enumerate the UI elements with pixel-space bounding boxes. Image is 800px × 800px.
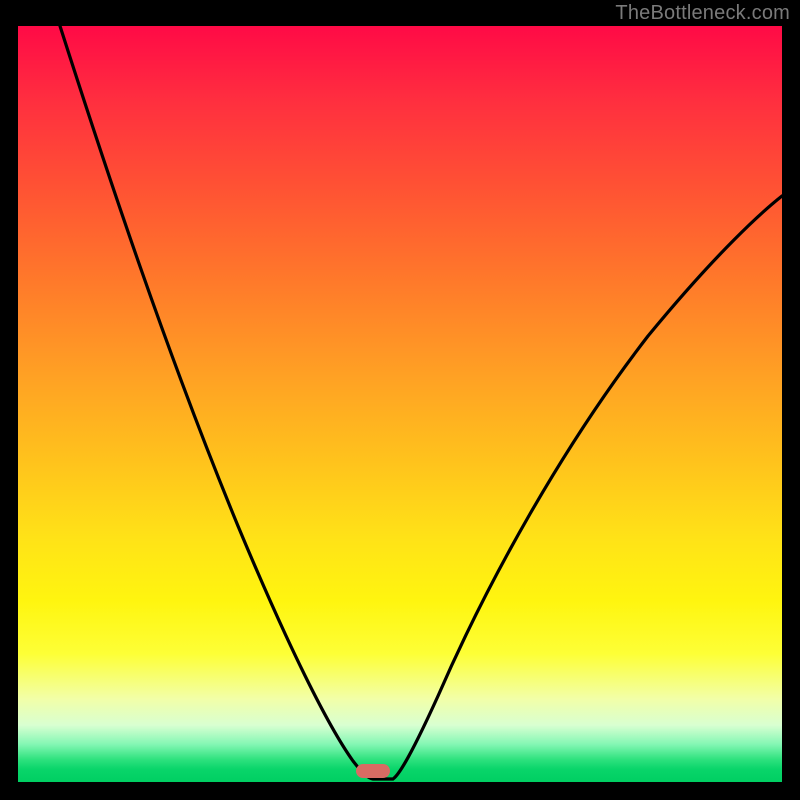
watermark-text: TheBottleneck.com bbox=[615, 2, 790, 25]
plot-area bbox=[18, 26, 782, 782]
chart-frame: TheBottleneck.com bbox=[0, 0, 800, 800]
bottleneck-curve bbox=[18, 26, 782, 782]
optimal-marker bbox=[356, 764, 390, 778]
curve-path bbox=[60, 26, 782, 779]
